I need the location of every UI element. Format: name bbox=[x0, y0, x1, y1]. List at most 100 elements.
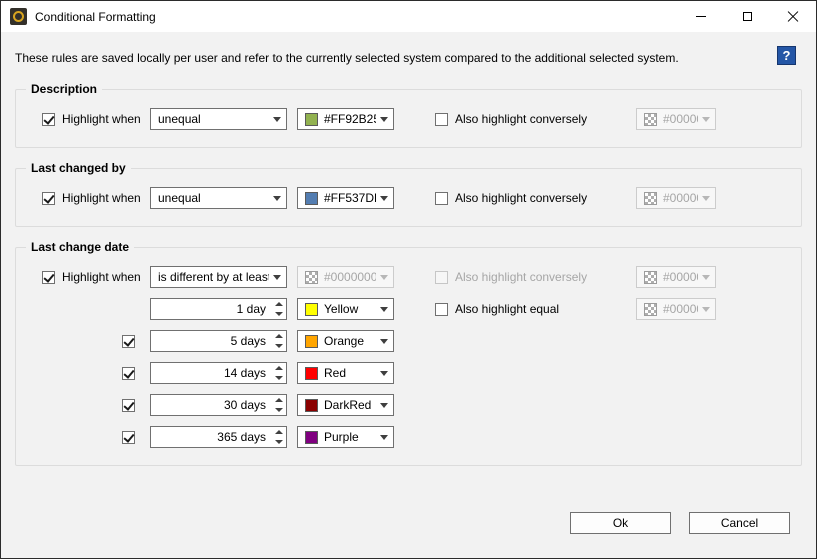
combobox-value: #00000000 bbox=[663, 270, 698, 284]
chevron-down-icon bbox=[380, 307, 388, 312]
threshold-row-2: 5 days Orange bbox=[42, 330, 801, 352]
spinner-value[interactable]: 5 days bbox=[151, 331, 271, 351]
equal-color-combobox: #00000000 bbox=[636, 298, 716, 320]
spin-up-icon bbox=[275, 302, 283, 306]
threshold-3-color-combobox[interactable]: Red bbox=[297, 362, 394, 384]
spin-down-button[interactable] bbox=[271, 437, 286, 447]
combobox-value: #00000000 bbox=[663, 191, 698, 205]
highlight-when-cell: Highlight when bbox=[42, 270, 150, 284]
also-equal-label: Also highlight equal bbox=[455, 302, 559, 316]
description-operator-combobox[interactable]: unequal bbox=[150, 108, 287, 130]
highlight-when-label: Highlight when bbox=[62, 191, 141, 205]
dialog-content: These rules are saved locally per user a… bbox=[1, 32, 816, 559]
combobox-value: #00000000 bbox=[324, 270, 376, 284]
transparent-swatch bbox=[644, 303, 657, 316]
threshold-4-enabled-checkbox[interactable] bbox=[122, 399, 135, 412]
spin-up-button[interactable] bbox=[271, 299, 286, 309]
spin-up-button[interactable] bbox=[271, 395, 286, 405]
also-conversely-label: Also highlight conversely bbox=[455, 112, 587, 126]
combobox-value: #00000000 bbox=[663, 112, 698, 126]
description-highlight-when-checkbox[interactable] bbox=[42, 113, 55, 126]
threshold-5-enabled-checkbox[interactable] bbox=[122, 431, 135, 444]
threshold-3-enabled-checkbox[interactable] bbox=[122, 367, 135, 380]
spinner-buttons bbox=[271, 331, 286, 351]
close-icon bbox=[787, 11, 799, 23]
also-conversely-label: Also highlight conversely bbox=[455, 191, 587, 205]
last-change-date-converse-color-combobox: #00000000 bbox=[636, 266, 716, 288]
transparent-swatch bbox=[644, 192, 657, 205]
threshold-5-color-combobox[interactable]: Purple bbox=[297, 426, 394, 448]
chevron-down-icon bbox=[380, 403, 388, 408]
last-changed-by-rule-row: Highlight when unequal #FF537DB1 Also hi… bbox=[42, 187, 801, 209]
chevron-down-icon bbox=[380, 196, 388, 201]
color-swatch bbox=[305, 192, 318, 205]
chevron-down-icon bbox=[380, 117, 388, 122]
color-swatch bbox=[305, 335, 318, 348]
spin-down-button[interactable] bbox=[271, 341, 286, 351]
last-changed-by-operator-combobox[interactable]: unequal bbox=[150, 187, 287, 209]
threshold-1-color-combobox[interactable]: Yellow bbox=[297, 298, 394, 320]
maximize-button[interactable] bbox=[724, 1, 770, 32]
transparent-swatch bbox=[305, 271, 318, 284]
last-changed-by-highlight-when-checkbox[interactable] bbox=[42, 192, 55, 205]
minimize-button[interactable] bbox=[678, 1, 724, 32]
threshold-2-color-combobox[interactable]: Orange bbox=[297, 330, 394, 352]
info-text: These rules are saved locally per user a… bbox=[15, 46, 679, 65]
combobox-value: #00000000 bbox=[663, 302, 698, 316]
chevron-down-icon bbox=[702, 196, 710, 201]
description-also-conversely-checkbox[interactable] bbox=[435, 113, 448, 126]
titlebar: Conditional Formatting bbox=[1, 1, 816, 32]
threshold-2-enabled-checkbox[interactable] bbox=[122, 335, 135, 348]
spin-down-icon bbox=[275, 312, 283, 316]
maximize-icon bbox=[743, 12, 752, 21]
minimize-icon bbox=[696, 16, 706, 17]
spinner-value[interactable]: 30 days bbox=[151, 395, 271, 415]
group-last-change-date: Last change date Highlight when is diffe… bbox=[15, 247, 802, 466]
spinner-value[interactable]: 1 day bbox=[151, 299, 271, 319]
cancel-button[interactable]: Cancel bbox=[689, 512, 790, 534]
combobox-value: DarkRed bbox=[324, 398, 376, 412]
dialog-footer: Ok Cancel bbox=[570, 512, 790, 534]
threshold-3-days-spinner[interactable]: 14 days bbox=[150, 362, 287, 384]
spin-down-button[interactable] bbox=[271, 405, 286, 415]
spin-down-button[interactable] bbox=[271, 309, 286, 319]
group-title-description: Description bbox=[26, 82, 102, 96]
window-controls bbox=[678, 1, 816, 32]
last-change-date-operator-combobox[interactable]: is different by at least bbox=[150, 266, 287, 288]
threshold-2-days-spinner[interactable]: 5 days bbox=[150, 330, 287, 352]
spin-down-button[interactable] bbox=[271, 373, 286, 383]
last-change-date-operator-color-combobox: #00000000 bbox=[297, 266, 394, 288]
threshold-4-color-combobox[interactable]: DarkRed bbox=[297, 394, 394, 416]
spin-down-icon bbox=[275, 376, 283, 380]
ok-button[interactable]: Ok bbox=[570, 512, 671, 534]
also-conversely-cell: Also highlight conversely bbox=[435, 112, 592, 126]
help-button[interactable]: ? bbox=[777, 46, 796, 65]
last-changed-by-also-conversely-checkbox[interactable] bbox=[435, 192, 448, 205]
also-equal-cell: Also highlight equal bbox=[435, 302, 592, 316]
combobox-value: Yellow bbox=[324, 302, 376, 316]
combobox-value: #FF537DB1 bbox=[324, 191, 376, 205]
spinner-value[interactable]: 365 days bbox=[151, 427, 271, 447]
info-row: These rules are saved locally per user a… bbox=[15, 46, 802, 65]
last-changed-by-color-combobox[interactable]: #FF537DB1 bbox=[297, 187, 394, 209]
spin-up-button[interactable] bbox=[271, 427, 286, 437]
spinner-value[interactable]: 14 days bbox=[151, 363, 271, 383]
spin-up-button[interactable] bbox=[271, 363, 286, 373]
spin-up-button[interactable] bbox=[271, 331, 286, 341]
description-color-combobox[interactable]: #FF92B250 bbox=[297, 108, 394, 130]
close-button[interactable] bbox=[770, 1, 816, 32]
also-equal-checkbox[interactable] bbox=[435, 303, 448, 316]
spinner-buttons bbox=[271, 395, 286, 415]
threshold-1-days-spinner[interactable]: 1 day bbox=[150, 298, 287, 320]
last-change-date-highlight-when-checkbox[interactable] bbox=[42, 271, 55, 284]
spinner-buttons bbox=[271, 363, 286, 383]
threshold-5-days-spinner[interactable]: 365 days bbox=[150, 426, 287, 448]
spin-down-icon bbox=[275, 408, 283, 412]
combobox-value: Orange bbox=[324, 334, 376, 348]
group-title-last-change-date: Last change date bbox=[26, 240, 134, 254]
transparent-swatch bbox=[644, 113, 657, 126]
combobox-value: #FF92B250 bbox=[324, 112, 376, 126]
threshold-row-5: 365 days Purple bbox=[42, 426, 801, 448]
spin-up-icon bbox=[275, 430, 283, 434]
threshold-4-days-spinner[interactable]: 30 days bbox=[150, 394, 287, 416]
